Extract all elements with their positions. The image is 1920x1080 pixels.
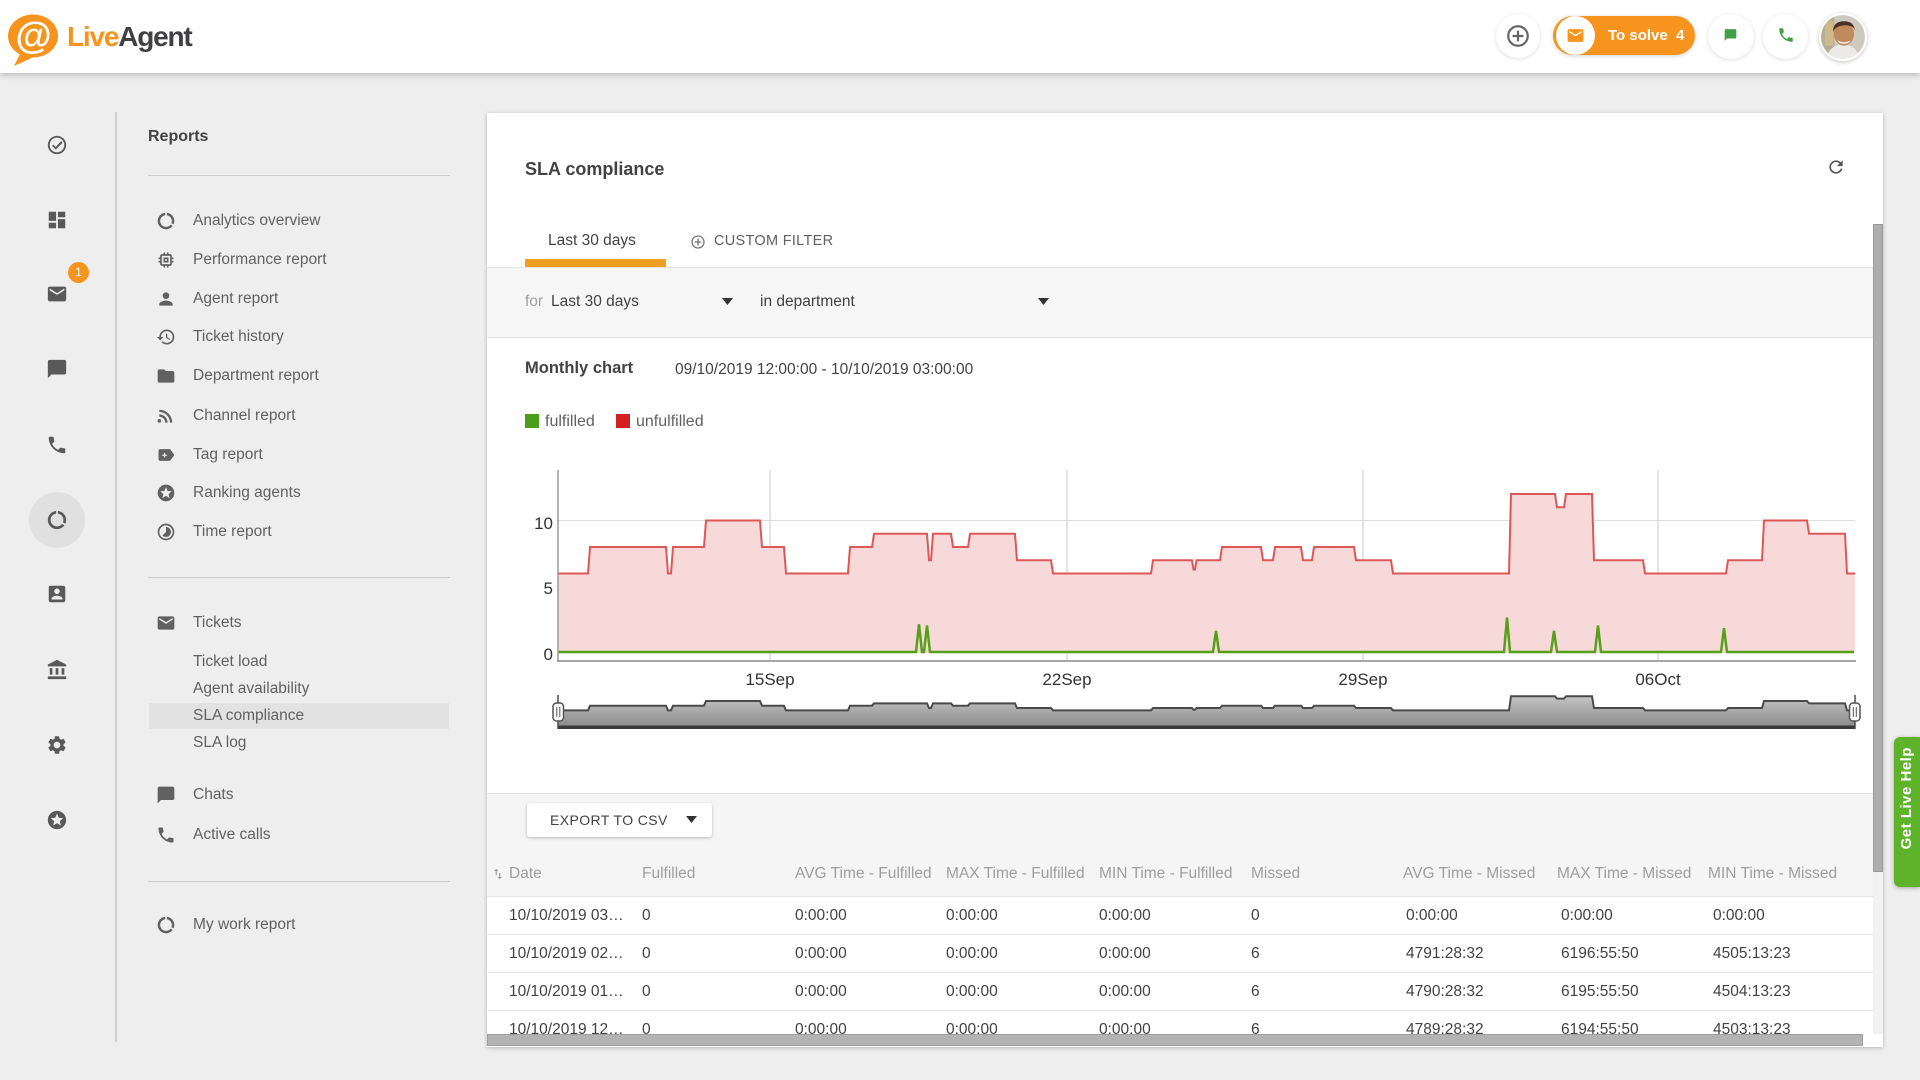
svg-text:29Sep: 29Sep xyxy=(1338,670,1387,689)
svg-text:10: 10 xyxy=(534,514,553,533)
svg-text:15Sep: 15Sep xyxy=(745,670,794,689)
svg-text:5: 5 xyxy=(544,579,553,598)
svg-text:@: @ xyxy=(15,15,51,56)
svg-text:22Sep: 22Sep xyxy=(1042,670,1091,689)
svg-text:06Oct: 06Oct xyxy=(1635,670,1681,689)
svg-text:0: 0 xyxy=(544,645,553,664)
